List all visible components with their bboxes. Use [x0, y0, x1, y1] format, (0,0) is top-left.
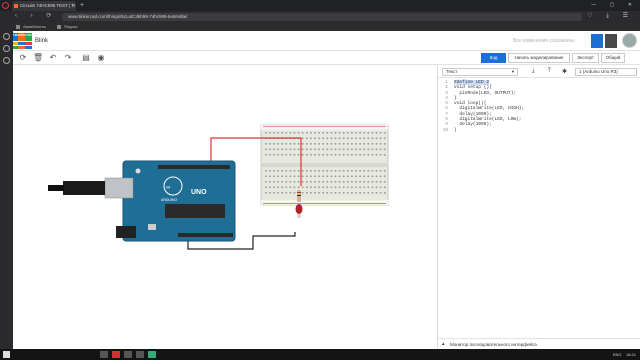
taskbar-app-icon[interactable] — [100, 351, 108, 358]
code-text: } — [454, 127, 457, 133]
app-header: TIN KER CAD Blink Все изменения сохранены — [13, 31, 640, 51]
taskbar-app-icon[interactable] — [112, 351, 120, 358]
os-taskbar: ENG 18:21 — [0, 349, 640, 360]
bookmark-icon — [57, 24, 62, 29]
logo-tile: TIN — [13, 33, 18, 42]
window-controls[interactable]: — ▢ ✕ — [591, 0, 638, 10]
led[interactable] — [295, 204, 303, 218]
bookmarks-bar: Авиабилеты Яндекс — [0, 23, 640, 31]
bookmark-item[interactable]: Яндекс — [57, 24, 78, 29]
circuit-canvas[interactable]: ∞ ARDUINO UNO — [13, 66, 437, 349]
circuit-drawing: ∞ ARDUINO UNO — [48, 124, 389, 250]
editor-toolbar: ⟳ 🗑 ↶ ↷ ▤ ◉ Код Начать моделирование Экс… — [13, 51, 640, 65]
breadboard[interactable] — [260, 124, 389, 206]
serial-monitor-bar[interactable]: ▴ Монитор последовательного интерфейса — [438, 338, 640, 349]
serial-monitor-label: Монитор последовательного интерфейса — [450, 342, 537, 347]
logo-tile: CAD — [25, 33, 32, 42]
delete-icon[interactable]: 🗑 — [33, 53, 43, 63]
arduino-uno-board[interactable]: ∞ ARDUINO UNO — [48, 160, 236, 242]
component-list-button[interactable] — [605, 34, 617, 48]
new-tab-button[interactable]: + — [80, 1, 84, 10]
code-text: void setup (){ — [454, 85, 492, 91]
tab-title: Circuits 74HC595 TEST | Ti — [20, 3, 76, 8]
logo-tile: KER — [18, 33, 25, 42]
browser-sidebar — [0, 31, 13, 349]
url-input[interactable]: www.tinkercad.com/things/5cLutC4kh59-74h… — [62, 13, 582, 21]
board-model: UNO — [191, 189, 207, 196]
bookmark-icon — [16, 24, 20, 29]
debug-icon[interactable]: ✱ — [562, 68, 567, 75]
code-mode-select[interactable]: Текст ▾ — [442, 68, 518, 76]
taskbar-app-icon[interactable] — [124, 351, 132, 358]
project-title[interactable]: Blink — [35, 31, 48, 51]
board-select-value: 1 (Arduino Uno R3) — [579, 69, 618, 74]
opera-logo-icon[interactable] — [2, 2, 9, 9]
export-button[interactable]: Экспорт — [572, 53, 599, 63]
windows-start-icon[interactable] — [3, 351, 10, 358]
redo-icon[interactable]: ↷ — [63, 53, 73, 63]
share-button[interactable]: Общий — [601, 53, 625, 63]
code-panel: Текст ▾ ⤓ ⤒ ✱ 1 (Arduino Uno R3) 1 #defin… — [437, 66, 640, 349]
taskbar-app-icon[interactable] — [136, 351, 144, 358]
browser-tab[interactable]: Circuits 74HC595 TEST | Ti × — [12, 1, 76, 11]
circuit-view-button[interactable] — [591, 34, 603, 48]
code-line[interactable]: 10} — [438, 128, 640, 133]
line-number: 10 — [442, 127, 448, 133]
browser-tab-bar: Circuits 74HC595 TEST | Ti × + — ▢ ✕ — [0, 0, 640, 11]
board-select[interactable]: 1 (Arduino Uno R3) — [575, 68, 637, 76]
svg-text:∞: ∞ — [166, 185, 170, 191]
code-panel-header: Текст ▾ ⤓ ⤒ ✱ 1 (Arduino Uno R3) — [438, 66, 640, 78]
download-icon[interactable]: ⤓ — [532, 68, 535, 75]
close-tab-icon[interactable]: × — [71, 1, 74, 11]
code-editor[interactable]: 1 #define LED 2 2 void setup (){3 pinMode(L… — [438, 80, 640, 330]
logo-tile — [18, 45, 25, 49]
start-simulation-button[interactable]: Начать моделирование — [508, 53, 570, 63]
code-text: digitalWrite(LED, HIGH); — [454, 106, 525, 112]
bookmark-item[interactable]: Авиабилеты — [16, 24, 46, 29]
browser-extension-icons[interactable]: ♡ ⤓ ☰ — [587, 12, 634, 20]
code-text: pinMode(LED, OUTPUT); — [454, 90, 517, 96]
logo-tile — [25, 45, 32, 49]
address-bar-row: ‹ › ⟳ ▦ www.tinkercad.com/things/5cLutC4… — [0, 11, 640, 23]
code-button[interactable]: Код — [481, 53, 506, 63]
board-brand: ARDUINO — [161, 198, 177, 202]
undo-icon[interactable]: ↶ — [48, 53, 58, 63]
taskbar-app-icon[interactable] — [148, 351, 156, 358]
code-mode-value: Текст — [446, 69, 458, 74]
logo-tile — [13, 41, 18, 46]
rotate-icon[interactable]: ⟳ — [18, 53, 28, 63]
logo-tile — [25, 41, 32, 46]
resistor[interactable] — [297, 190, 301, 202]
notes-icon[interactable]: ▤ — [81, 53, 91, 63]
tray-clock[interactable]: 18:21 — [626, 352, 636, 357]
tray-language[interactable]: ENG — [613, 352, 622, 357]
system-tray: ENG 18:21 — [613, 349, 636, 360]
bookmarks-icon[interactable] — [3, 45, 10, 52]
upload-icon[interactable]: ⤒ — [548, 68, 551, 75]
logo-tile — [13, 45, 18, 49]
eye-icon[interactable]: ◉ — [96, 53, 106, 63]
tinkercad-app: TIN KER CAD Blink Все изменения сохранены … — [13, 31, 640, 349]
chevron-down-icon: ▾ — [511, 69, 514, 74]
tinkercad-logo[interactable]: TIN KER CAD — [13, 33, 32, 49]
history-icon[interactable] — [3, 57, 10, 64]
save-status: Все изменения сохранены — [513, 38, 575, 44]
tinkercad-favicon-icon — [14, 4, 18, 8]
avatar[interactable] — [622, 33, 637, 48]
logo-tile — [18, 41, 25, 46]
code-text: delay(1000); — [454, 122, 492, 128]
speed-dial-icon[interactable] — [3, 33, 10, 40]
